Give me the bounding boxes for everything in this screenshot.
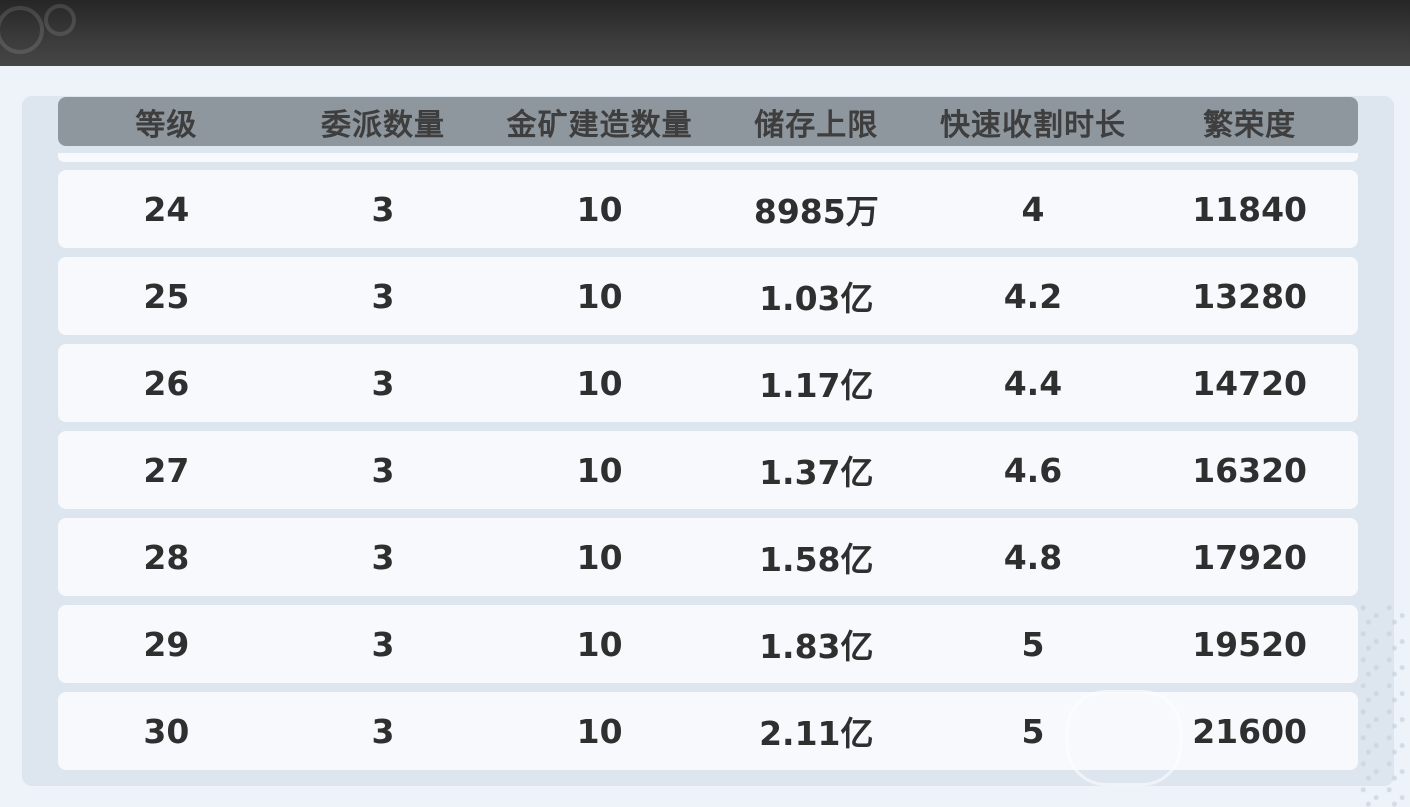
table-row: 26 3 10 1.17亿 4.4 14720 bbox=[58, 344, 1358, 422]
cell-storage-limit: 2.11亿 bbox=[759, 714, 874, 753]
cell-prosperity: 21600 bbox=[1192, 711, 1308, 751]
header-storage-limit: 储存上限 bbox=[754, 107, 879, 143]
cell-level: 26 bbox=[143, 363, 190, 403]
cell-delegate-count: 3 bbox=[371, 450, 395, 490]
cell-gold-mine-count: 10 bbox=[576, 537, 623, 577]
table-row: 27 3 10 1.37亿 4.6 16320 bbox=[58, 431, 1358, 509]
table-row: 28 3 10 1.58亿 4.8 17920 bbox=[58, 518, 1358, 596]
cell-storage-limit: 1.83亿 bbox=[759, 627, 874, 666]
cell-quick-harvest-duration: 5 bbox=[1021, 711, 1045, 751]
cell-storage-limit: 1.58亿 bbox=[759, 540, 874, 579]
cell-level: 24 bbox=[143, 189, 190, 229]
scroll-edge-strip bbox=[58, 153, 1358, 162]
cell-storage-limit: 1.37亿 bbox=[759, 453, 874, 492]
cell-delegate-count: 3 bbox=[371, 189, 395, 229]
cell-gold-mine-count: 10 bbox=[576, 363, 623, 403]
cell-prosperity: 16320 bbox=[1192, 450, 1308, 490]
cell-level: 30 bbox=[143, 711, 190, 751]
cell-quick-harvest-duration: 4.2 bbox=[1003, 276, 1063, 316]
header-level: 等级 bbox=[135, 107, 198, 143]
cell-level: 27 bbox=[143, 450, 190, 490]
cell-prosperity: 11840 bbox=[1192, 189, 1308, 229]
cell-level: 28 bbox=[143, 537, 190, 577]
table-row: 24 3 10 8985万 4 11840 bbox=[58, 170, 1358, 248]
top-bar bbox=[0, 0, 1410, 66]
table-header: 等级 委派数量 金矿建造数量 储存上限 快速收割时长 繁荣度 bbox=[58, 97, 1358, 146]
table-row: 30 3 10 2.11亿 5 21600 bbox=[58, 692, 1358, 770]
cell-prosperity: 14720 bbox=[1192, 363, 1308, 403]
cell-gold-mine-count: 10 bbox=[576, 624, 623, 664]
header-gold-mine-count: 金矿建造数量 bbox=[506, 107, 693, 143]
table-row: 25 3 10 1.03亿 4.2 13280 bbox=[58, 257, 1358, 335]
cell-storage-limit: 8985万 bbox=[753, 192, 879, 231]
cell-quick-harvest-duration: 4 bbox=[1021, 189, 1045, 229]
cell-prosperity: 13280 bbox=[1192, 276, 1308, 316]
cell-quick-harvest-duration: 4.8 bbox=[1003, 537, 1063, 577]
cell-delegate-count: 3 bbox=[371, 276, 395, 316]
cell-storage-limit: 1.03亿 bbox=[759, 279, 874, 318]
decorative-swirl-icon bbox=[0, 4, 76, 54]
cell-delegate-count: 3 bbox=[371, 624, 395, 664]
cell-delegate-count: 3 bbox=[371, 537, 395, 577]
cell-level: 29 bbox=[143, 624, 190, 664]
cell-level: 25 bbox=[143, 276, 190, 316]
cell-gold-mine-count: 10 bbox=[576, 711, 623, 751]
header-quick-harvest-duration: 快速收割时长 bbox=[939, 107, 1126, 143]
cell-quick-harvest-duration: 4.4 bbox=[1003, 363, 1063, 403]
decorative-sparkle-icon bbox=[1358, 600, 1410, 807]
cell-gold-mine-count: 10 bbox=[576, 276, 623, 316]
cell-storage-limit: 1.17亿 bbox=[759, 366, 874, 405]
header-delegate-count: 委派数量 bbox=[320, 107, 445, 143]
cell-gold-mine-count: 10 bbox=[576, 189, 623, 229]
cell-delegate-count: 3 bbox=[371, 363, 395, 403]
cell-quick-harvest-duration: 5 bbox=[1021, 624, 1045, 664]
table-row: 29 3 10 1.83亿 5 19520 bbox=[58, 605, 1358, 683]
cell-prosperity: 19520 bbox=[1192, 624, 1308, 664]
cell-gold-mine-count: 10 bbox=[576, 450, 623, 490]
cell-prosperity: 17920 bbox=[1192, 537, 1308, 577]
cell-delegate-count: 3 bbox=[371, 711, 395, 751]
cell-quick-harvest-duration: 4.6 bbox=[1003, 450, 1063, 490]
header-prosperity: 繁荣度 bbox=[1203, 107, 1297, 143]
